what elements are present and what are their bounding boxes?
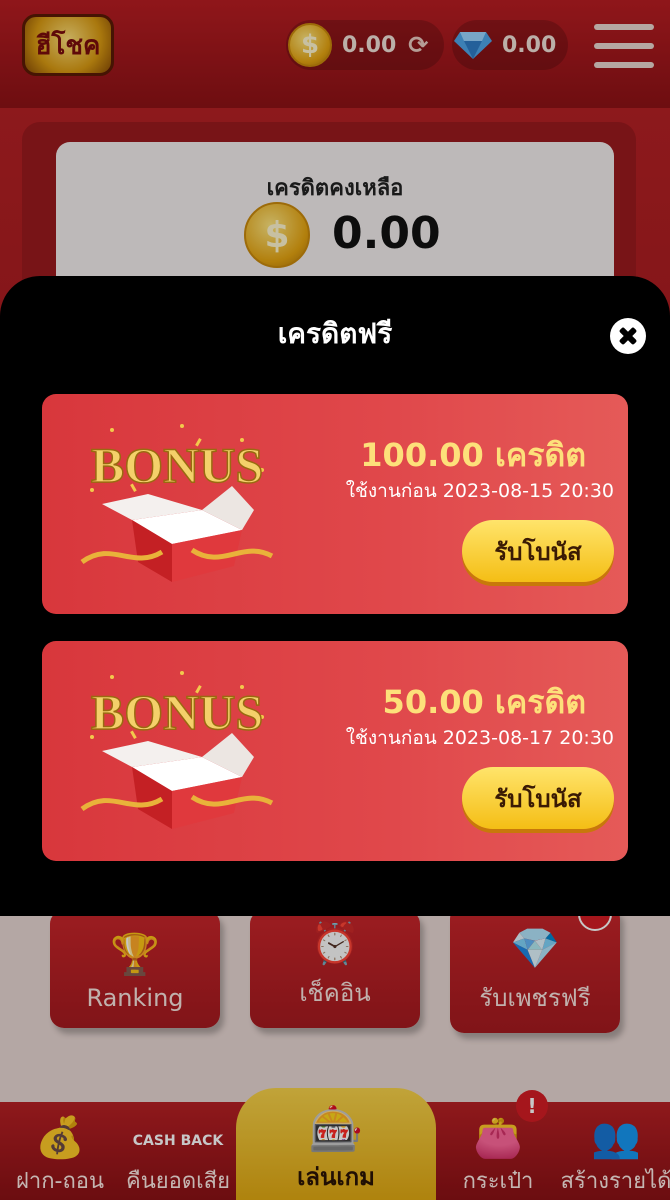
bonus-expiry: ใช้งานก่อน 2023-08-17 20:30	[345, 727, 614, 749]
bonus-amount: 100.00 เครดิต	[360, 436, 586, 474]
modal-title: เครดิตฟรี	[277, 317, 393, 350]
claim-bonus-button[interactable]: รับโบนัส	[462, 520, 614, 582]
close-icon[interactable]	[610, 318, 646, 354]
bonus-expiry: ใช้งานก่อน 2023-08-15 20:30	[345, 480, 614, 502]
bonus-amount: 50.00 เครดิต	[382, 683, 586, 721]
claim-bonus-button[interactable]: รับโบนัส	[462, 767, 614, 829]
free-credit-modal: เครดิตฟรี BONUS 100.00 เครดิต ใช้งานก่อน…	[0, 276, 670, 916]
bonus-art-text: BONUS	[91, 684, 263, 740]
bonus-gift-box-icon: BONUS	[80, 424, 274, 582]
bonus-gift-box-icon: BONUS	[80, 671, 274, 829]
bonus-art-text: BONUS	[91, 437, 263, 493]
bonus-card: BONUS 100.00 เครดิต ใช้งานก่อน 2023-08-1…	[42, 394, 628, 614]
bonus-card: BONUS 50.00 เครดิต ใช้งานก่อน 2023-08-17…	[42, 641, 628, 861]
